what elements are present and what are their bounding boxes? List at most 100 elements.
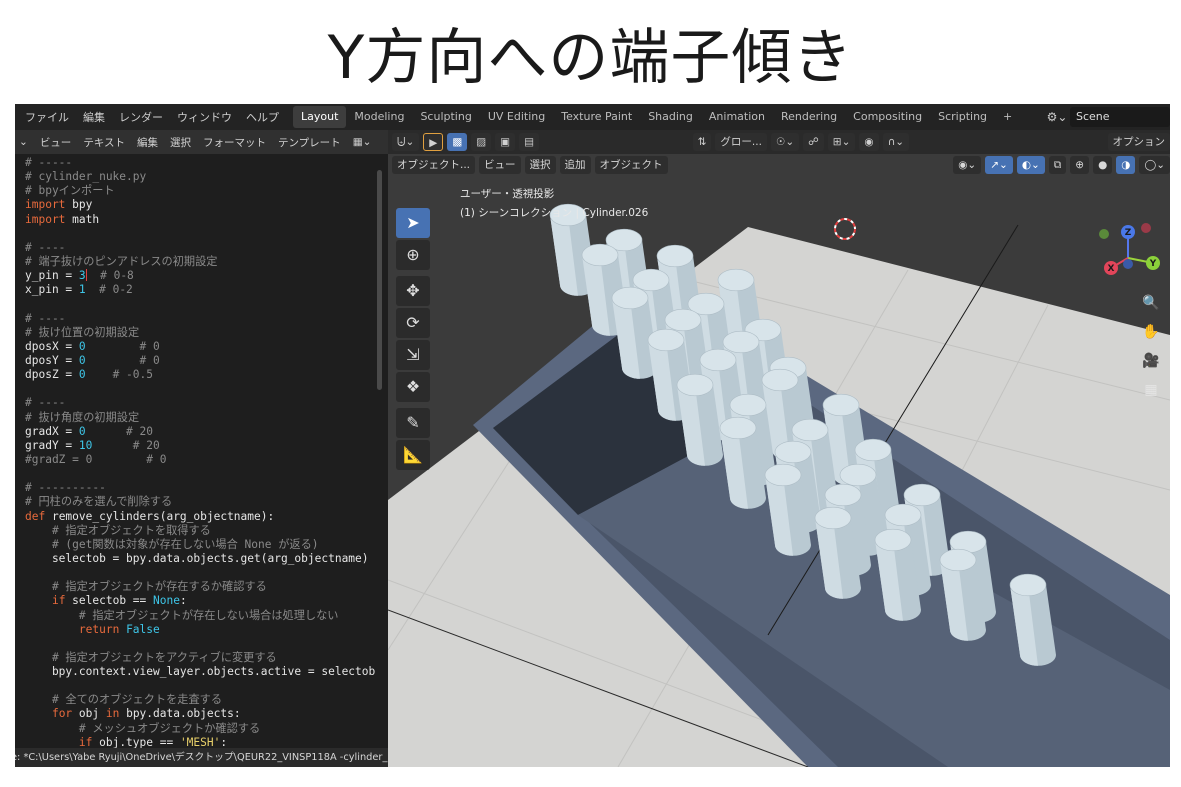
scene-name-field[interactable]: Scene [1070,107,1170,127]
code-line[interactable] [25,679,377,693]
transform-orientation-dropdown[interactable]: グロー... [715,133,767,151]
material-shading-icon[interactable]: ◑ [1116,156,1136,174]
code-line[interactable]: # ---------- [25,481,377,495]
mode-dropdown[interactable]: オブジェクト... [392,156,476,174]
measure-tool-icon[interactable]: 📐 [396,440,430,470]
pan-hand-icon[interactable]: ✋ [1138,319,1164,345]
tab-shading[interactable]: Shading [640,106,701,128]
menu-format[interactable]: フォーマット [203,135,266,150]
tab-layout[interactable]: Layout [293,106,347,128]
menu-select[interactable]: 選択 [524,156,556,174]
code-line[interactable] [25,297,377,311]
select-extend-icon[interactable]: ▨ [471,133,492,151]
menu-object[interactable]: オブジェクト [594,156,668,174]
select-mode-icon[interactable]: ▶ [423,133,444,151]
menu-render[interactable]: レンダー [119,109,163,125]
options-dropdown[interactable]: オプション [1107,133,1170,151]
text-datablock-icon[interactable]: ▦⌄ [353,136,372,148]
code-line[interactable]: # ---- [25,396,377,410]
wireframe-shading-icon[interactable]: ⊕ [1070,156,1090,174]
scale-tool-icon[interactable]: ⇲ [396,340,430,370]
code-line[interactable]: dposX = 0 # 0 [25,340,377,354]
tab-uv-editing[interactable]: UV Editing [480,106,553,128]
select-subtract-icon[interactable]: ▣ [495,133,516,151]
overlay-toggle-icon[interactable]: ◐⌄ [1016,156,1045,174]
transform-tool-icon[interactable]: ❖ [396,372,430,402]
add-workspace-button[interactable]: + [995,106,1020,128]
select-invert-icon[interactable]: ▤ [519,133,540,151]
tab-compositing[interactable]: Compositing [845,106,930,128]
code-line[interactable]: # 端子抜けのピンアドレスの初期設定 [25,255,377,269]
code-line[interactable] [25,637,377,651]
zoom-icon[interactable]: 🔍 [1138,290,1164,316]
snap-target-icon[interactable]: ⊞⌄ [827,133,856,151]
code-line[interactable]: #gradZ = 0 # 0 [25,453,377,467]
tab-animation[interactable]: Animation [701,106,773,128]
code-line[interactable]: # ---- [25,241,377,255]
falloff-icon[interactable]: ∩⌄ [882,133,910,151]
code-line[interactable]: # メッシュオブジェクトか確認する [25,722,377,736]
select-box-icon[interactable]: ▩ [447,133,468,151]
3d-viewport[interactable]: Z Y X ⨄⌄ ▶ ▩ ▨ ▣ ▤ ⇅ グロー... ☉⌄ ☍ ⊞⌄ ◉ ∩⌄… [388,130,1170,767]
code-line[interactable]: # 円柱のみを選んで削除する [25,495,377,509]
tab-scripting[interactable]: Scripting [930,106,995,128]
code-line[interactable]: dposZ = 0 # -0.5 [25,368,377,382]
code-line[interactable]: # 全てのオブジェクトを走査する [25,693,377,707]
rendered-shading-icon[interactable]: ◯⌄ [1139,156,1170,174]
menu-text[interactable]: テキスト [83,135,125,150]
code-line[interactable]: # 指定オブジェクトをアクティブに変更する [25,651,377,665]
code-line[interactable]: gradX = 0 # 20 [25,425,377,439]
code-line[interactable]: # ---- [25,312,377,326]
rotate-tool-icon[interactable]: ⟳ [396,308,430,338]
scene-icon[interactable]: ⚙⌄ [1044,110,1070,124]
code-line[interactable]: x_pin = 1 # 0-2 [25,283,377,297]
move-tool-icon[interactable]: ✥ [396,276,430,306]
code-line[interactable]: # 指定オブジェクトを取得する [25,524,377,538]
code-line[interactable]: y_pin = 3 # 0-8 [25,269,377,283]
menu-window[interactable]: ウィンドウ [177,109,232,125]
code-line[interactable]: for obj in bpy.data.objects: [25,707,377,721]
code-line[interactable]: selectob = bpy.data.objects.get(arg_obje… [25,552,377,566]
tab-sculpting[interactable]: Sculpting [412,106,479,128]
select-tool-icon[interactable]: ➤ [396,208,430,238]
menu-view[interactable]: ビュー [479,156,521,174]
code-line[interactable]: # (get関数は対象が存在しない場合 None が返る) [25,538,377,552]
orientation-icon[interactable]: ⇅ [692,133,712,151]
menu-edit[interactable]: 編集 [83,109,105,125]
solid-shading-icon[interactable]: ● [1093,156,1113,174]
visibility-icon[interactable]: ◉⌄ [953,156,982,174]
menu-help[interactable]: ヘルプ [246,109,279,125]
code-line[interactable] [25,566,377,580]
code-line[interactable]: # 抜け位置の初期設定 [25,326,377,340]
code-line[interactable]: # bpyインポート [25,184,377,198]
proportional-edit-icon[interactable]: ◉ [859,133,879,151]
menu-add[interactable]: 追加 [559,156,591,174]
code-line[interactable]: return False [25,623,377,637]
tab-texture-paint[interactable]: Texture Paint [553,106,640,128]
code-line[interactable]: # 指定オブジェクトが存在しない場合は処理しない [25,609,377,623]
annotate-tool-icon[interactable]: ✎ [396,408,430,438]
editor-type-icon[interactable]: ⌄ [19,136,28,148]
cursor-tool-icon[interactable]: ⊕ [396,240,430,270]
tab-rendering[interactable]: Rendering [773,106,845,128]
code-line[interactable]: # 抜け角度の初期設定 [25,411,377,425]
code-line[interactable]: def remove_cylinders(arg_objectname): [25,510,377,524]
code-line[interactable]: dposY = 0 # 0 [25,354,377,368]
code-area[interactable]: # ----- # cylinder_nuke.py # bpyインポート impor… [15,156,377,748]
scrollbar[interactable] [377,170,382,390]
menu-templates[interactable]: テンプレート [278,135,341,150]
code-line[interactable]: gradY = 10 # 20 [25,439,377,453]
menu-edit[interactable]: 編集 [137,135,158,150]
gizmo-toggle-icon[interactable]: ↗⌄ [985,156,1013,174]
menu-select[interactable]: 選択 [170,135,191,150]
grid-view-icon[interactable]: ▦ [1138,377,1164,403]
menu-view[interactable]: ビュー [40,135,72,150]
code-line[interactable] [25,382,377,396]
code-line[interactable]: if selectob == None: [25,594,377,608]
xray-icon[interactable]: ⧉ [1048,156,1067,174]
code-line[interactable]: # ----- [25,156,377,170]
code-line[interactable]: import math [25,213,377,227]
menu-file[interactable]: ファイル [25,109,69,125]
code-line[interactable]: if obj.type == 'MESH': [25,736,377,748]
code-line[interactable] [25,227,377,241]
